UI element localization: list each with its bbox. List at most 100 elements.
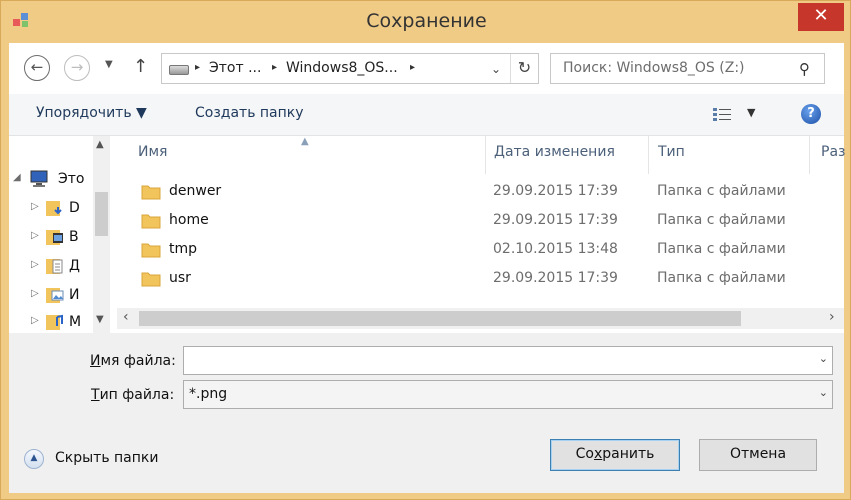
breadcrumb-this-pc[interactable]: Этот ... (209, 60, 261, 76)
title-bar[interactable]: Сохранение ✕ (1, 1, 851, 43)
file-name: home (169, 212, 209, 228)
scrollbar-thumb[interactable] (139, 311, 741, 326)
dialog-client: ← → ▼ ↑ ▸ Этот ... ▸ Windows8_OS... ▸ ⌄ … (9, 43, 845, 493)
scroll-up-icon[interactable]: ▲ (96, 139, 104, 150)
expand-arrow-icon[interactable]: ▷ (31, 230, 39, 241)
folder-icon (141, 214, 161, 229)
list-item[interactable]: usr 29.09.2015 17:39 Папка с файлами (117, 265, 844, 293)
file-date: 29.09.2015 17:39 (493, 212, 618, 228)
file-type: Папка с файлами (657, 183, 786, 199)
address-bar[interactable]: ▸ Этот ... ▸ Windows8_OS... ▸ ⌄ ↻ (161, 53, 539, 84)
breadcrumb-drive[interactable]: Windows8_OS... (286, 60, 398, 76)
column-divider[interactable] (648, 136, 649, 174)
file-type: Папка с файлами (657, 212, 786, 228)
filetype-value: *.png (189, 386, 228, 402)
music-folder-icon (46, 314, 63, 330)
tree-item-label: D (69, 200, 80, 216)
column-header-type[interactable]: Тип (658, 144, 685, 160)
search-icon[interactable]: ⚲ (799, 60, 810, 78)
videos-folder-icon (46, 230, 63, 245)
organize-button[interactable]: Упорядочить ▼ (36, 105, 147, 121)
expand-arrow-icon[interactable]: ▷ (31, 259, 39, 270)
recent-locations-icon[interactable]: ▼ (105, 59, 113, 70)
filename-label-hotkey: И (90, 353, 101, 369)
forward-button[interactable]: → (64, 55, 90, 81)
list-item[interactable]: tmp 02.10.2015 13:48 Папка с файлами (117, 236, 844, 264)
folder-icon (141, 185, 161, 200)
view-options-icon[interactable] (712, 106, 732, 122)
horizontal-scrollbar[interactable]: ‹ › (117, 308, 844, 329)
window-title: Сохранение (366, 10, 487, 32)
folder-icon (141, 243, 161, 258)
tree-item-music[interactable]: ▷ М (9, 313, 93, 333)
scroll-right-icon[interactable]: › (829, 309, 835, 325)
navigation-pane: ◢ Это ▷ D ▷ В ▷ Д ▷ И ▷ М ▲ ▼ (9, 136, 117, 333)
expand-arrow-icon[interactable]: ▷ (31, 315, 39, 326)
file-type: Папка с файлами (657, 241, 786, 257)
tree-item-pictures[interactable]: ▷ И (9, 286, 93, 306)
tree-item-label: М (69, 314, 82, 330)
filename-input[interactable]: ⌄ (183, 346, 833, 375)
drive-icon (169, 65, 189, 75)
computer-icon (30, 170, 48, 187)
tree-item-documents[interactable]: ▷ Д (9, 257, 93, 277)
address-dropdown-icon[interactable]: ⌄ (484, 58, 508, 80)
column-header-name[interactable]: Имя (138, 144, 167, 160)
filename-label: Имя файла: (90, 353, 176, 369)
filetype-label-text: ип файла: (99, 387, 175, 403)
crumb-separator-icon[interactable]: ▸ (410, 62, 415, 73)
back-button[interactable]: ← (24, 55, 50, 81)
filename-dropdown-icon[interactable]: ⌄ (819, 352, 828, 365)
refresh-icon[interactable]: ↻ (510, 54, 538, 83)
downloads-folder-icon (46, 201, 62, 216)
close-button[interactable]: ✕ (798, 3, 844, 31)
folder-icon (141, 272, 161, 287)
save-label-hotkey: х (593, 446, 603, 462)
filename-label-text: мя файла: (100, 353, 176, 369)
tree-item-this-pc[interactable]: ◢ Это (9, 170, 93, 190)
file-name: denwer (169, 183, 222, 199)
collapse-arrow-icon[interactable]: ◢ (13, 172, 21, 183)
save-label-post: ранить (602, 446, 655, 462)
navigation-scrollbar[interactable]: ▲ ▼ (93, 136, 110, 333)
filetype-dropdown-icon[interactable]: ⌄ (819, 386, 828, 399)
new-folder-button[interactable]: Создать папку (195, 105, 304, 121)
filetype-label: Тип файла: (91, 387, 174, 403)
scrollbar-thumb[interactable] (95, 192, 108, 236)
up-button[interactable]: ↑ (133, 56, 148, 77)
pictures-folder-icon (46, 288, 64, 303)
expand-arrow-icon[interactable]: ▷ (31, 288, 39, 299)
filetype-select[interactable]: *.png ⌄ (183, 380, 833, 409)
tree-item-label: В (69, 229, 79, 245)
file-date: 02.10.2015 13:48 (493, 241, 618, 257)
save-label-pre: Со (575, 446, 594, 462)
file-type: Папка с файлами (657, 270, 786, 286)
help-icon[interactable]: ? (801, 104, 821, 124)
tree-item-videos[interactable]: ▷ В (9, 228, 93, 248)
view-dropdown-icon[interactable]: ▼ (747, 106, 755, 119)
list-item[interactable]: denwer 29.09.2015 17:39 Папка с файлами (117, 178, 844, 206)
filetype-label-hotkey: Т (91, 387, 100, 403)
list-item[interactable]: home 29.09.2015 17:39 Папка с файлами (117, 207, 844, 235)
column-header-size[interactable]: Раз (821, 144, 845, 160)
file-date: 29.09.2015 17:39 (493, 183, 618, 199)
cancel-button[interactable]: Отмена (699, 439, 817, 471)
scroll-left-icon[interactable]: ‹ (123, 309, 129, 325)
column-header-date[interactable]: Дата изменения (494, 144, 615, 160)
crumb-separator-icon[interactable]: ▸ (272, 62, 277, 73)
column-divider[interactable] (485, 136, 486, 174)
documents-folder-icon (46, 259, 63, 274)
hide-folders-label: Скрыть папки (55, 450, 159, 466)
expand-arrow-icon[interactable]: ▷ (31, 201, 39, 212)
save-button[interactable]: Сохранить (550, 439, 680, 471)
crumb-separator-icon[interactable]: ▸ (195, 62, 200, 73)
save-options-pane: Имя файла: ⌄ Тип файла: *.png ⌄ ▲ Скрыть… (9, 333, 844, 493)
command-toolbar: Упорядочить ▼ Создать папку ▼ ? (9, 94, 844, 136)
tree-item-label: Д (69, 258, 80, 274)
save-dialog-window: Сохранение ✕ ← → ▼ ↑ ▸ Этот ... ▸ Window… (0, 0, 851, 500)
column-divider[interactable] (809, 136, 810, 174)
scroll-down-icon[interactable]: ▼ (96, 314, 104, 325)
file-list: ▲ Имя Дата изменения Тип Раз denwer 29.0… (117, 136, 845, 333)
search-input[interactable]: Поиск: Windows8_OS (Z:) ⚲ (550, 53, 825, 84)
tree-item-downloads[interactable]: ▷ D (9, 199, 93, 219)
